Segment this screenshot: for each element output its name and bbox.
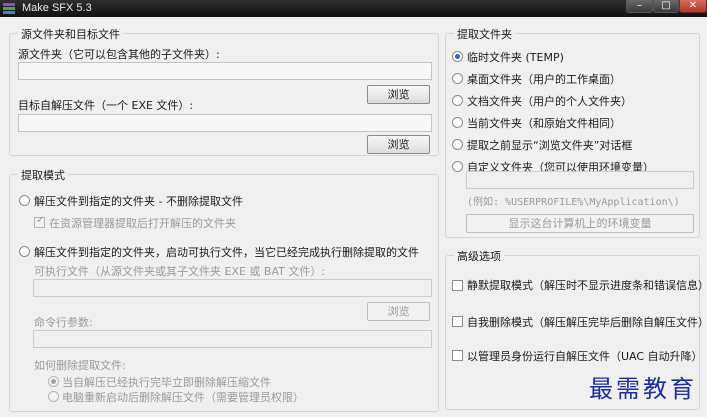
open-folder-label[interactable]: 在资源管理器提取后打开解压的文件夹 (49, 215, 236, 231)
advanced-options-legend: 高级选项 (454, 248, 504, 264)
current-folder-label[interactable]: 当前文件夹（和原始文件相同） (467, 115, 621, 131)
delete-after-reboot-label[interactable]: 电脑重新启动后删除解压文件（需要管理员权限） (62, 389, 304, 405)
silent-mode-label[interactable]: 静默提取模式（解压时不显示进度条和错误信息） (467, 277, 707, 293)
documents-folder-label[interactable]: 文档文件夹（用户的个人文件夹） (467, 93, 632, 109)
delete-after-reboot-radio[interactable] (48, 391, 59, 402)
delete-immediately-radio[interactable] (48, 376, 59, 387)
source-target-legend: 源文件夹和目标文件 (18, 26, 123, 42)
maximize-button[interactable]: □ (653, 0, 679, 13)
documents-folder-radio[interactable] (452, 95, 463, 106)
extract-run-delete-label[interactable]: 解压文件到指定的文件夹，启动可执行文件，当它已经完成执行删除提取的文件 (34, 244, 419, 260)
desktop-folder-radio[interactable] (452, 73, 463, 84)
target-file-input[interactable] (18, 114, 432, 132)
extract-no-delete-label[interactable]: 解压文件到指定的文件夹 - 不删除提取文件 (34, 193, 243, 209)
command-line-input[interactable] (33, 330, 432, 348)
extraction-folder-legend: 提取文件夹 (454, 26, 515, 42)
extract-no-delete-radio[interactable] (19, 195, 30, 206)
app-icon (3, 3, 15, 14)
temp-folder-radio[interactable] (452, 51, 463, 62)
self-delete-checkbox[interactable] (452, 316, 463, 327)
make-sfx-window: Make SFX 5.3 – □ ✕ 源文件夹和目标文件 源文件夹（它可以包含其… (0, 0, 707, 417)
source-folder-input[interactable] (18, 62, 432, 80)
custom-folder-example: (例如: %USERPROFILE%\MyApplication\) (467, 197, 680, 208)
browse-dialog-label[interactable]: 提取之前显示“浏览文件夹”对话框 (467, 137, 632, 153)
browse-dialog-radio[interactable] (452, 139, 463, 150)
minimize-button[interactable]: – (626, 0, 653, 13)
executable-label: 可执行文件（从源文件夹或其子文件夹 EXE 或 BAT 文件）: (34, 265, 326, 278)
source-folder-label: 源文件夹（它可以包含其他的子文件夹）: (18, 48, 220, 61)
window-title: Make SFX 5.3 (22, 2, 92, 14)
self-delete-label[interactable]: 自我删除模式（解压解压完毕后删除自解压文件） (467, 314, 707, 330)
browse-executable-button[interactable]: 浏览 (367, 302, 430, 321)
extract-run-delete-radio[interactable] (19, 246, 30, 257)
browse-target-button[interactable]: 浏览 (367, 135, 430, 154)
browse-source-button[interactable]: 浏览 (367, 85, 430, 104)
current-folder-radio[interactable] (452, 117, 463, 128)
run-as-admin-checkbox[interactable] (452, 350, 463, 361)
temp-folder-label[interactable]: 临时文件夹 (TEMP) (467, 49, 564, 65)
command-line-label: 命令行参数: (34, 316, 93, 329)
delete-immediately-label[interactable]: 当自解压已经执行完毕立即删除解压缩文件 (62, 374, 271, 390)
show-env-vars-button[interactable]: 显示这台计算机上的环境变量 (466, 214, 694, 233)
executable-input[interactable] (33, 279, 432, 297)
maximize-icon: □ (661, 0, 671, 11)
watermark-text: 最需教育 (589, 375, 697, 403)
custom-folder-radio[interactable] (452, 161, 463, 172)
close-icon: ✕ (688, 0, 698, 11)
minimize-icon: – (637, 0, 642, 11)
close-button[interactable]: ✕ (679, 0, 707, 13)
title-bar[interactable]: Make SFX 5.3 – □ ✕ (0, 0, 707, 17)
silent-mode-checkbox[interactable] (452, 280, 463, 291)
run-as-admin-label[interactable]: 以管理员身份运行自解压文件（UAC 自动升降） (467, 348, 703, 364)
custom-folder-input[interactable] (466, 171, 694, 189)
desktop-folder-label[interactable]: 桌面文件夹（用户的工作桌面） (467, 71, 621, 87)
extraction-mode-legend: 提取模式 (18, 167, 68, 183)
target-file-label: 目标自解压文件（一个 EXE 文件）: (18, 99, 194, 112)
delete-method-label: 如何删除提取文件: (34, 359, 126, 372)
open-folder-checkbox[interactable] (34, 215, 45, 228)
